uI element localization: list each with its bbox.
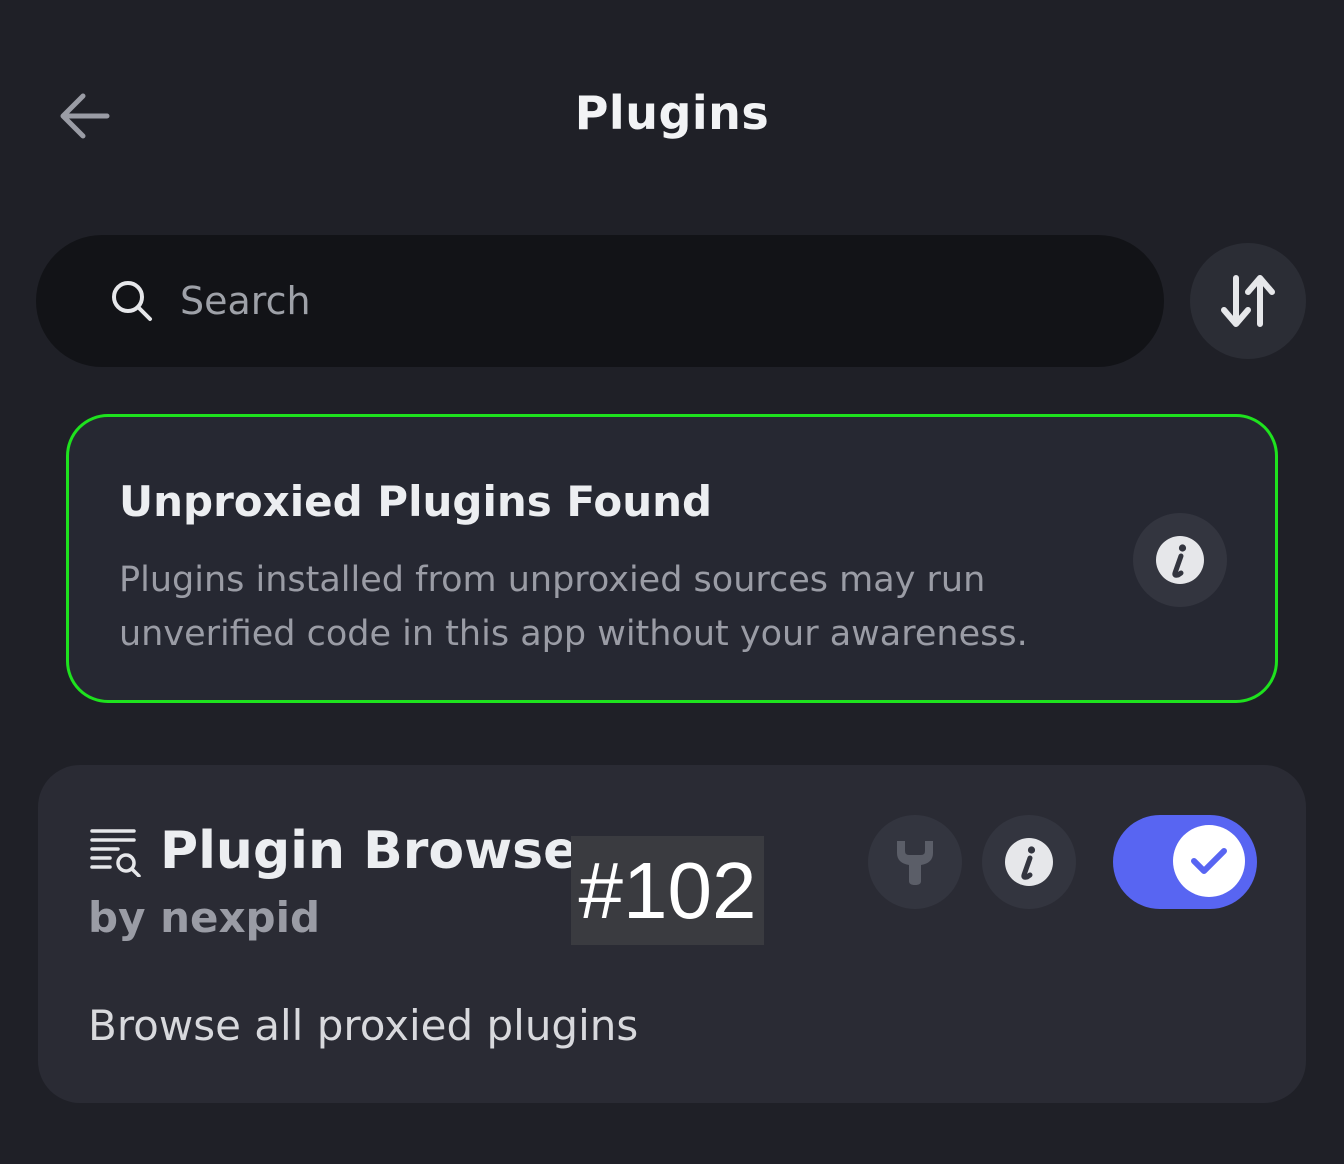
wrench-icon (897, 841, 933, 885)
warning-info-button[interactable] (1133, 513, 1227, 607)
search-icon (112, 281, 152, 321)
unproxied-warning-card: Unproxied Plugins Found Plugins installe… (66, 414, 1278, 703)
page-title: Plugins (574, 86, 770, 140)
plugin-name: Plugin Browser (160, 821, 605, 881)
sort-button[interactable] (1190, 243, 1306, 359)
warning-text: Plugins installed from unproxied sources… (119, 560, 1028, 654)
plugin-info-button[interactable] (982, 815, 1076, 909)
plugin-author: by nexpid (88, 893, 321, 942)
info-icon (1156, 536, 1204, 584)
plugins-screen: Plugins Unproxied Plugins Found Plugins … (0, 0, 1344, 1164)
plugin-enabled-toggle[interactable] (1113, 815, 1257, 909)
info-icon (1005, 838, 1053, 886)
toggle-knob (1173, 825, 1245, 897)
plugin-description: Browse all proxied plugins (88, 1001, 639, 1050)
plugin-settings-button[interactable] (868, 815, 962, 909)
warning-title: Unproxied Plugins Found (119, 477, 713, 526)
search-bar[interactable] (36, 235, 1164, 367)
search-input[interactable] (180, 271, 1164, 331)
list-search-icon (90, 829, 141, 877)
sort-arrows-icon (1221, 275, 1275, 327)
id-badge: #102 (571, 836, 764, 945)
checkmark-icon (1191, 848, 1227, 874)
